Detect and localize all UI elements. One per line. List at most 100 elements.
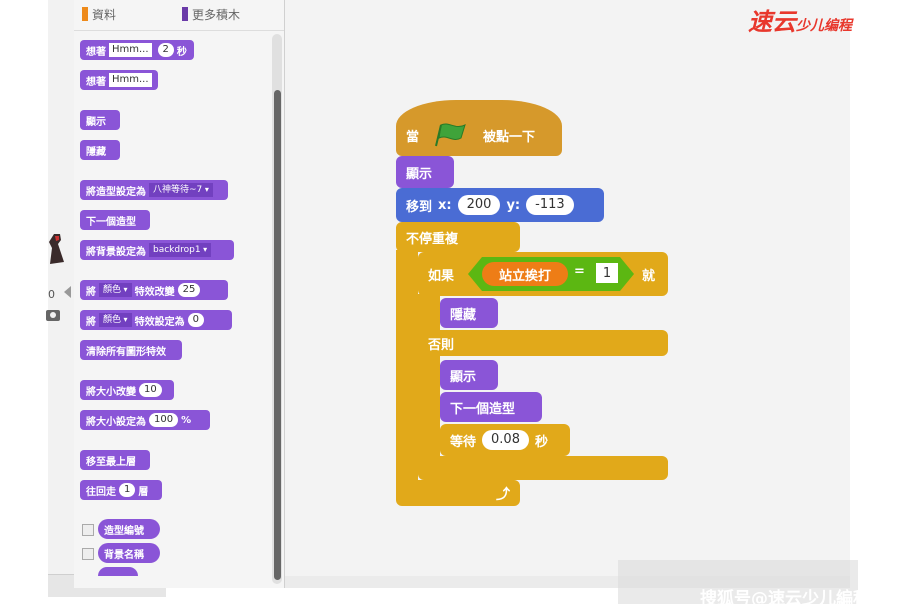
- loop-arrow-icon: ⤴: [496, 487, 510, 503]
- block-label: 下一個造型: [86, 216, 136, 228]
- equals-sign: =: [574, 264, 585, 279]
- block-text-input[interactable]: Hmm...: [109, 43, 152, 57]
- palette-scrollbar-thumb[interactable]: [274, 90, 281, 580]
- x-input[interactable]: 200: [457, 195, 501, 215]
- show-block-1[interactable]: 顯示: [396, 156, 454, 188]
- show-block-2[interactable]: 顯示: [440, 360, 498, 390]
- change-effect-block[interactable]: 將 顏色 特效改變 25: [80, 280, 228, 300]
- next-costume-block[interactable]: 下一個造型: [440, 392, 542, 422]
- block-label: 清除所有圖形特效: [86, 346, 166, 358]
- block-label: 如果: [428, 268, 455, 284]
- switch-costume-block[interactable]: 將造型設定為 八神等待~7: [80, 180, 228, 200]
- think-block[interactable]: 想著 Hmm...: [80, 70, 158, 90]
- block-label: 將大小設定為: [86, 416, 146, 428]
- block-label: 隱藏: [86, 146, 106, 158]
- block-number-input[interactable]: 100: [149, 413, 179, 427]
- backdrop-name-reporter[interactable]: 背景名稱: [98, 543, 160, 563]
- go-to-xy-block[interactable]: 移到 x: 200 y: -113: [396, 188, 604, 222]
- block-label: 移至最上層: [86, 456, 136, 468]
- green-flag-icon: [435, 123, 466, 147]
- block-number-input[interactable]: 25: [177, 283, 201, 297]
- block-label: y:: [506, 197, 521, 213]
- block-label: 就: [642, 269, 656, 284]
- category-color-swatch: [182, 7, 188, 21]
- block-label: %: [181, 414, 192, 426]
- block-label: 移到: [406, 199, 433, 215]
- sprite-thumbnail[interactable]: [46, 232, 68, 266]
- outer-frame: [0, 0, 48, 614]
- set-size-block[interactable]: 將大小設定為 100 %: [80, 410, 210, 430]
- brand-watermark: 速云少儿编程: [748, 2, 852, 37]
- block-number-input[interactable]: 1: [119, 483, 136, 497]
- block-label: 隱藏: [450, 307, 477, 323]
- watermark-text: 速云: [748, 7, 796, 36]
- block-number-input[interactable]: 2: [157, 43, 174, 57]
- compare-value-input[interactable]: 1: [596, 263, 618, 283]
- block-label: 將: [86, 316, 96, 328]
- category-data[interactable]: 資料: [82, 6, 116, 23]
- block-label: 下一個造型: [450, 401, 516, 417]
- backdrop-name-checkbox[interactable]: [82, 548, 94, 560]
- costume-dropdown[interactable]: 八神等待~7: [149, 183, 213, 197]
- stage-coordinate-label: 0: [48, 288, 55, 301]
- clear-effects-block[interactable]: 清除所有圖形特效: [80, 340, 182, 360]
- if-arm: [418, 294, 440, 332]
- block-label: 背景名稱: [104, 549, 144, 561]
- block-label: 特效設定為: [134, 316, 185, 328]
- block-label: 不停重複: [406, 231, 459, 247]
- next-costume-block[interactable]: 下一個造型: [80, 210, 150, 230]
- block-text-input[interactable]: Hmm...: [109, 73, 152, 87]
- block-label: x:: [438, 197, 452, 213]
- when-flag-clicked-block[interactable]: 當 被點一下: [396, 100, 562, 156]
- block-number-input[interactable]: 10: [139, 383, 162, 397]
- wait-seconds-input[interactable]: 0.08: [482, 430, 529, 450]
- camera-icon[interactable]: [46, 310, 60, 321]
- block-label: 顯示: [450, 369, 477, 385]
- y-input[interactable]: -113: [526, 195, 574, 215]
- costume-number-checkbox[interactable]: [82, 524, 94, 536]
- block-label: 被點一下: [483, 129, 536, 145]
- wait-block[interactable]: 等待 0.08 秒: [440, 424, 570, 456]
- category-label: 更多積木: [192, 8, 241, 22]
- effect-dropdown[interactable]: 顏色: [99, 313, 132, 327]
- block-label: 想著: [86, 46, 106, 58]
- if-else-bottom: [418, 456, 668, 480]
- backdrop-dropdown[interactable]: backdrop1: [149, 243, 212, 257]
- block-label: 顯示: [86, 116, 106, 128]
- category-label: 資料: [92, 8, 117, 22]
- hide-block[interactable]: 隱藏: [440, 298, 498, 328]
- collapse-arrow-icon[interactable]: [64, 286, 71, 298]
- category-more-blocks[interactable]: 更多積木: [182, 6, 240, 23]
- forever-arm: [396, 250, 418, 486]
- watermark-text-small: 少儿编程: [796, 18, 852, 34]
- category-bar: 資料 更多積木: [74, 0, 284, 31]
- partial-reporter[interactable]: [98, 567, 138, 576]
- block-label: 秒: [534, 434, 548, 450]
- block-label: 將背景設定為: [86, 246, 146, 258]
- block-label: 等待: [450, 434, 477, 450]
- block-label: 將大小改變: [86, 386, 136, 398]
- variable-reporter[interactable]: 站立挨打: [482, 262, 568, 286]
- go-to-front-block[interactable]: 移至最上層: [80, 450, 150, 470]
- block-label: 否則: [428, 337, 455, 353]
- forever-bottom: ⤴: [396, 480, 520, 506]
- block-label: 顯示: [406, 166, 433, 182]
- hide-block[interactable]: 隱藏: [80, 140, 120, 160]
- effect-dropdown[interactable]: 顏色: [99, 283, 132, 297]
- change-size-block[interactable]: 將大小改變 10: [80, 380, 174, 400]
- set-effect-block[interactable]: 將 顏色 特效設定為 0: [80, 310, 232, 330]
- block-label: 想著: [86, 76, 106, 88]
- go-back-layers-block[interactable]: 往回走 1 層: [80, 480, 162, 500]
- block-label: 層: [138, 486, 149, 498]
- block-label: 造型編號: [104, 525, 144, 537]
- switch-backdrop-block[interactable]: 將背景設定為 backdrop1: [80, 240, 234, 260]
- category-color-swatch: [82, 7, 88, 21]
- else-section: 否則: [418, 330, 668, 356]
- forever-block[interactable]: 不停重複: [396, 222, 520, 252]
- think-for-secs-block[interactable]: 想著 Hmm... 2 秒: [80, 40, 194, 60]
- show-block[interactable]: 顯示: [80, 110, 120, 130]
- source-watermark: 搜狐号@速云少儿編程: [700, 589, 870, 609]
- block-label: 將: [86, 286, 96, 298]
- block-number-input[interactable]: 0: [187, 313, 204, 327]
- costume-number-reporter[interactable]: 造型編號: [98, 519, 160, 539]
